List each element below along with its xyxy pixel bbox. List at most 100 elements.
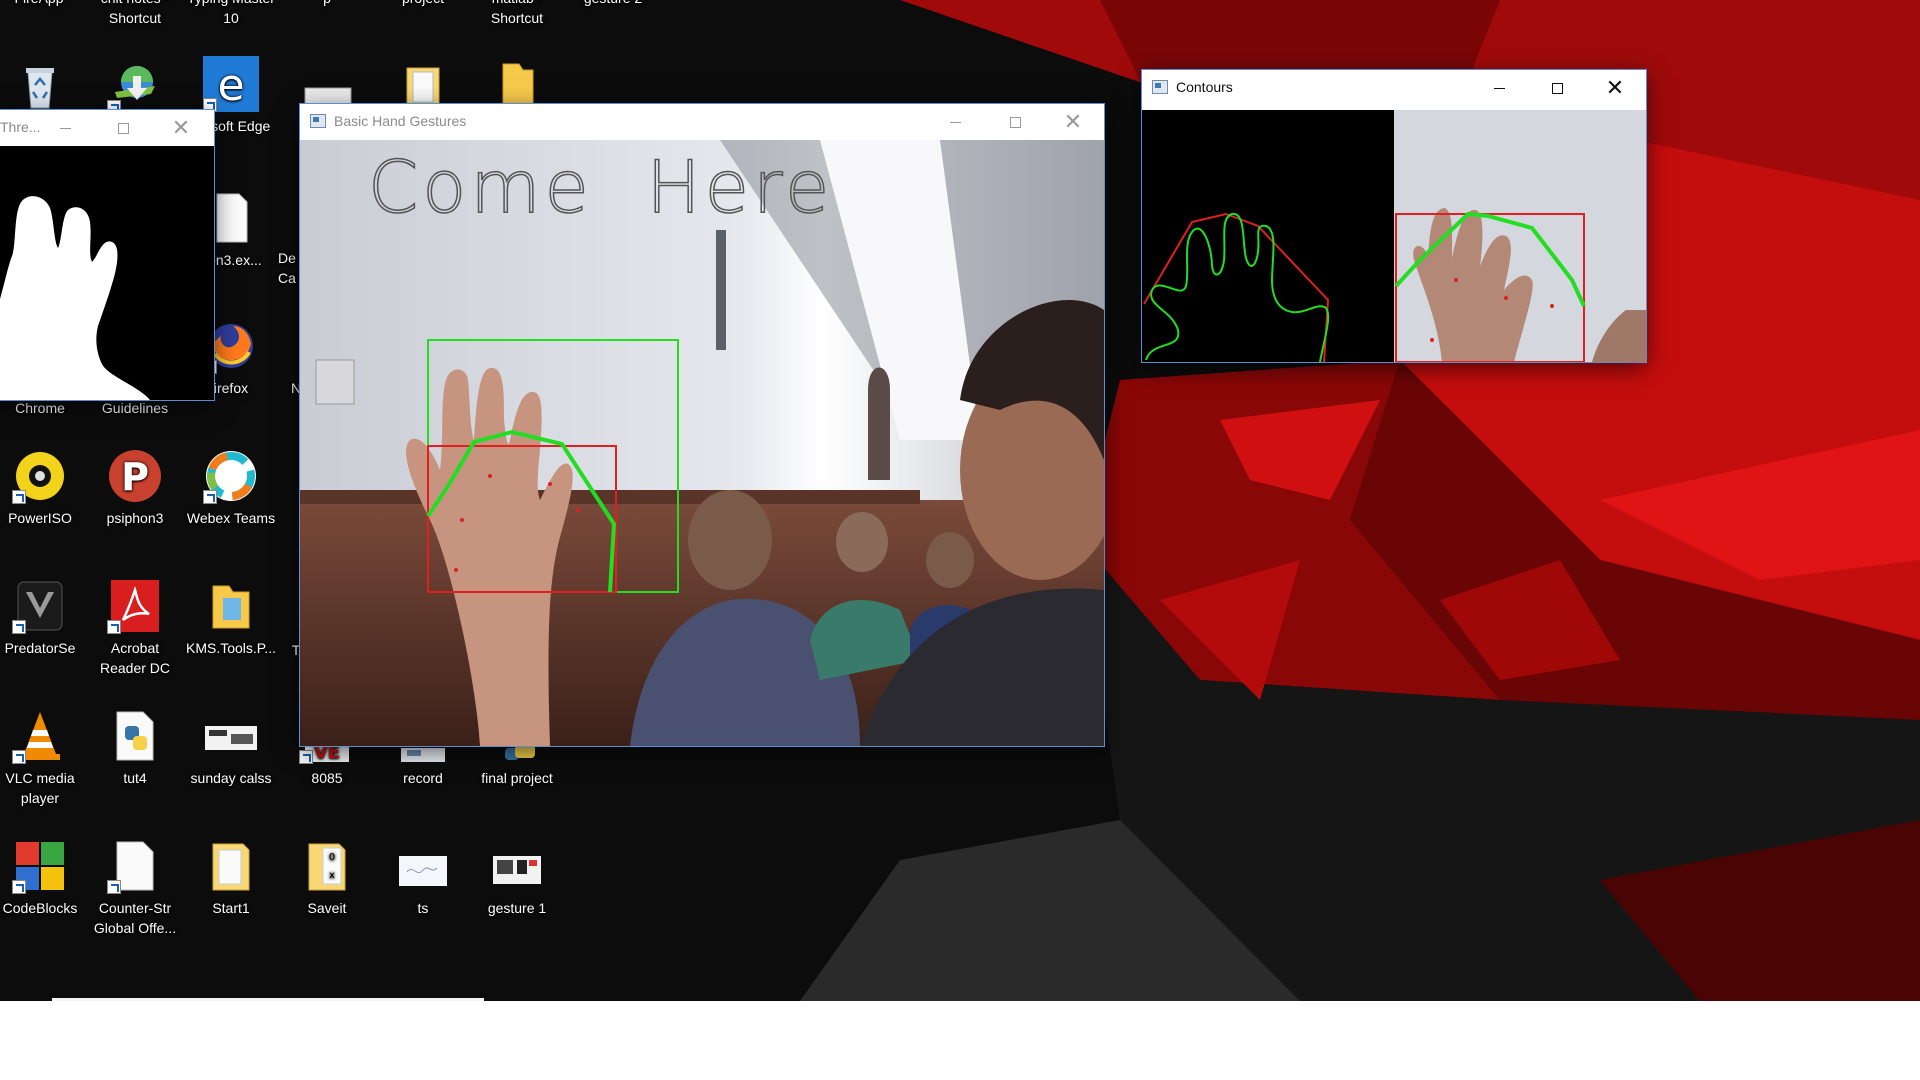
threshold-titlebar[interactable]: Thre... ✕ bbox=[0, 110, 214, 146]
desktop-icon-webex-teams[interactable]: Webex Teams bbox=[186, 448, 276, 528]
desktop-icon-chit-notes[interactable]: chit notes - Shortcut bbox=[90, 0, 180, 28]
icon-label: project bbox=[378, 0, 468, 8]
close-button[interactable]: ✕ bbox=[1044, 104, 1102, 140]
desktop-icon-recycle-bin[interactable] bbox=[0, 58, 85, 118]
gesture-overlay-text: Come Here bbox=[368, 145, 833, 229]
image-icon bbox=[489, 838, 545, 894]
desktop-icon-ts[interactable]: ts bbox=[378, 838, 468, 918]
icon-label: De Ca bbox=[278, 250, 296, 286]
desktop-icon-tut4[interactable]: tut4 bbox=[90, 708, 180, 788]
contours-titlebar[interactable]: Contours ✕ bbox=[1142, 70, 1646, 106]
window-title: Contours bbox=[1176, 79, 1233, 95]
file-icon bbox=[107, 838, 163, 894]
vlc-cone-icon bbox=[12, 708, 68, 764]
minimize-button[interactable] bbox=[926, 104, 984, 140]
folder-icon bbox=[203, 838, 259, 894]
maximize-button[interactable] bbox=[1528, 70, 1586, 106]
desktop-icon-vlc[interactable]: VLC media player bbox=[0, 708, 85, 808]
file-icon bbox=[299, 86, 355, 107]
desktop-icon-sunday-calss[interactable]: sunday calss bbox=[186, 708, 276, 788]
desktop-icon-predator[interactable]: PredatorSe bbox=[0, 578, 85, 658]
svg-text:0: 0 bbox=[329, 852, 335, 863]
icon-label: FireApp bbox=[0, 0, 84, 8]
maximize-icon bbox=[1551, 82, 1563, 94]
minimize-icon bbox=[949, 121, 961, 123]
desktop-icon-gesture-2[interactable]: gesture 2 bbox=[568, 0, 658, 8]
webex-icon bbox=[203, 448, 259, 504]
desktop-icon-p[interactable]: p bbox=[282, 0, 372, 8]
threshold-image bbox=[0, 146, 214, 400]
icon-label: Counter-Str Global Offe... bbox=[93, 900, 177, 936]
desktop-icon-gesture-1[interactable]: gesture 1 bbox=[472, 838, 562, 918]
desktop: FireApp chit notes - Shortcut Typing Mas… bbox=[0, 0, 1920, 1001]
psiphon-icon: P bbox=[107, 448, 163, 504]
close-icon: ✕ bbox=[1063, 109, 1083, 134]
close-button[interactable]: ✕ bbox=[1586, 70, 1644, 106]
maximize-button[interactable] bbox=[94, 110, 152, 146]
icon-label: Saveit bbox=[307, 900, 347, 916]
recycle-bin-icon bbox=[12, 58, 68, 114]
desktop-icon-acrobat[interactable]: Acrobat Reader DC bbox=[90, 578, 180, 678]
window-title: Basic Hand Gestures bbox=[334, 113, 467, 129]
icon-label: CodeBlocks bbox=[2, 900, 78, 916]
desktop-icon-kms-tools[interactable]: KMS.Tools.P... bbox=[186, 578, 276, 658]
icon-label: tut4 bbox=[123, 770, 147, 786]
disc-icon bbox=[12, 448, 68, 504]
image-icon bbox=[395, 838, 451, 894]
desktop-icon-guidelines[interactable]: Guidelines bbox=[90, 398, 180, 418]
close-icon: ✕ bbox=[1605, 75, 1625, 100]
icon-label: Acrobat Reader DC bbox=[99, 640, 171, 676]
icon-label: final project bbox=[481, 770, 553, 786]
shortcut-arrow-icon bbox=[107, 880, 121, 894]
icon-label: Chrome bbox=[15, 400, 65, 416]
close-icon: ✕ bbox=[171, 115, 191, 140]
maximize-button[interactable] bbox=[986, 104, 1044, 140]
contours-image bbox=[1142, 110, 1646, 362]
desktop-icon-start1[interactable]: Start1 bbox=[186, 838, 276, 918]
folder-icon: 0x bbox=[299, 838, 355, 894]
basic-hand-gestures-window[interactable]: Basic Hand Gestures ✕ Come Here bbox=[300, 104, 1104, 746]
icon-label: sunday calss bbox=[190, 770, 272, 786]
svg-text:e: e bbox=[217, 60, 244, 111]
icon-label: 8085 bbox=[311, 770, 343, 786]
desktop-icon-codeblocks[interactable]: CodeBlocks bbox=[0, 838, 85, 918]
desktop-icon-matlab[interactable]: matlab - Shortcut bbox=[472, 0, 562, 28]
desktop-icon-typing-master[interactable]: Typing Master 10 bbox=[186, 0, 276, 28]
desktop-icon-counter-strike[interactable]: Counter-Str Global Offe... bbox=[90, 838, 180, 938]
desktop-icon-psiphon3[interactable]: P psiphon3 bbox=[90, 448, 180, 528]
python-file-icon bbox=[107, 708, 163, 764]
icon-label: gesture 1 bbox=[487, 900, 547, 916]
icon-label: p bbox=[282, 0, 372, 8]
edge-browser-icon: e bbox=[203, 56, 259, 112]
icon-label: gesture 2 bbox=[568, 0, 658, 8]
contours-window[interactable]: Contours ✕ bbox=[1142, 70, 1646, 362]
shortcut-arrow-icon bbox=[12, 620, 26, 634]
icon-label: chit notes - Shortcut bbox=[101, 0, 169, 26]
desktop-icon-download-manager[interactable] bbox=[90, 58, 180, 118]
minimize-icon bbox=[1493, 87, 1505, 89]
threshold-window[interactable]: Thre... ✕ bbox=[0, 110, 214, 400]
desktop-icon-poweriso[interactable]: PowerISO bbox=[0, 448, 85, 528]
minimize-button[interactable] bbox=[1470, 70, 1528, 106]
predator-icon bbox=[12, 578, 68, 634]
desktop-icon-saveit[interactable]: 0x Saveit bbox=[282, 838, 372, 918]
folder-icon bbox=[203, 578, 259, 634]
main-titlebar[interactable]: Basic Hand Gestures ✕ bbox=[300, 104, 1104, 140]
minimize-button[interactable] bbox=[36, 110, 94, 146]
camera-feed: Come Here bbox=[300, 140, 1104, 746]
desktop-icon-de[interactable]: De Ca bbox=[272, 248, 302, 288]
desktop-icon-fireapp[interactable]: FireApp bbox=[0, 0, 84, 8]
desktop-icon-project[interactable]: project bbox=[378, 0, 468, 8]
shortcut-arrow-icon bbox=[203, 490, 217, 504]
desktop-icon-chrome[interactable]: Chrome bbox=[0, 398, 85, 418]
icon-label: Typing Master 10 bbox=[187, 0, 275, 26]
close-button[interactable]: ✕ bbox=[152, 110, 210, 146]
shortcut-arrow-icon bbox=[299, 750, 313, 764]
icon-label: ts bbox=[417, 900, 429, 916]
svg-text:x: x bbox=[329, 870, 335, 881]
icon-label: matlab - Shortcut bbox=[490, 0, 544, 26]
icon-label: PowerISO bbox=[8, 510, 72, 526]
minimize-icon bbox=[59, 127, 71, 129]
maximize-icon bbox=[1009, 116, 1021, 128]
icon-label: PredatorSe bbox=[4, 640, 76, 656]
